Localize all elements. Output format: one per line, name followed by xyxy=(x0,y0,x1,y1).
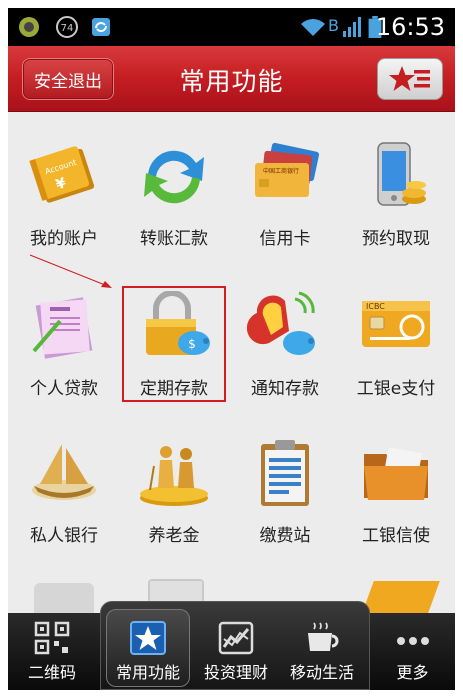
title-bar: 安全退出 常用功能 xyxy=(8,46,455,112)
grid-item-label: 转账汇款 xyxy=(140,229,208,249)
nav-item-mobile-life[interactable]: 移动生活 xyxy=(278,613,366,690)
favorites-button[interactable] xyxy=(377,58,443,100)
badge-number: 74 xyxy=(61,23,74,34)
grid-item-payment-station[interactable]: 缴费站 xyxy=(230,438,340,558)
signal-icon xyxy=(343,17,361,37)
nav-item-common-functions[interactable]: 常用功能 xyxy=(106,609,190,690)
grid-item-pension[interactable]: 养老金 xyxy=(119,438,229,558)
grid-item-private-banking[interactable]: 私人银行 xyxy=(9,438,119,558)
transfer-arrows-icon xyxy=(144,150,204,204)
bottom-nav: 二维码 常用功能 投资理财 移动生活 更多 xyxy=(8,601,455,690)
grid-item-label: 我的账户 xyxy=(30,229,98,249)
clipboard-bill-icon xyxy=(261,440,309,506)
function-grid: Account ¥ 我的账户 转账汇款 中国工商银行 信用卡 预约取现 个人贷款… xyxy=(8,113,455,613)
partial-icon xyxy=(362,581,440,613)
nav-item-qrcode[interactable]: 二维码 xyxy=(8,613,96,690)
qrcode-icon xyxy=(34,621,70,655)
credit-card-text: 中国工商银行 xyxy=(263,167,299,175)
sync-icon xyxy=(92,18,110,36)
loan-document-icon xyxy=(32,297,93,359)
grid-item-label: 通知存款 xyxy=(251,379,319,399)
nav-label: 二维码 xyxy=(27,663,76,682)
carrier-letter: B xyxy=(328,16,339,35)
coffee-cup-icon xyxy=(308,622,339,651)
grid-item-cash-appointment[interactable]: 预约取现 xyxy=(341,141,451,261)
clock: 16:53 xyxy=(375,13,445,41)
grid-item-icbc-messenger[interactable]: 工银信使 xyxy=(341,438,451,558)
grid-item-label: 工银e支付 xyxy=(356,379,436,399)
status-bar: 74 B 16:53 xyxy=(8,8,455,46)
chart-icon xyxy=(218,621,254,655)
elderly-couple-icon xyxy=(140,446,208,506)
phone-screen: 74 B 16:53 安全退出 常用功能 Account ¥ 我的账户 转账汇款… xyxy=(8,8,455,690)
more-dots-icon xyxy=(396,637,429,645)
notification-badge-icon: 74 xyxy=(56,16,78,38)
star-icon xyxy=(130,621,166,655)
grid-item-transfer[interactable]: 转账汇款 xyxy=(119,141,229,261)
wifi-icon xyxy=(301,19,325,36)
highlight-box xyxy=(122,286,226,402)
partial-icon xyxy=(34,583,94,613)
grid-item-label: 养老金 xyxy=(148,526,200,546)
nav-item-more[interactable]: 更多 xyxy=(370,613,455,690)
grid-item-icbc-epay[interactable]: ICBC 工银e支付 xyxy=(341,291,451,411)
grid-item-credit-card[interactable]: 中国工商银行 信用卡 xyxy=(230,141,340,261)
credit-cards-icon: 中国工商银行 xyxy=(255,142,320,197)
nav-label: 常用功能 xyxy=(115,663,180,682)
nav-item-investment[interactable]: 投资理财 xyxy=(193,613,279,690)
nav-label: 更多 xyxy=(396,663,429,682)
grid-item-label: 信用卡 xyxy=(259,229,311,249)
folder-mail-icon xyxy=(364,447,428,500)
grid-item-label: 私人银行 xyxy=(30,526,98,546)
sailboat-icon xyxy=(32,444,96,500)
icbc-card-text: ICBC xyxy=(366,302,385,311)
grid-item-label: 个人贷款 xyxy=(30,379,98,399)
grid-item-label: 预约取现 xyxy=(362,229,430,249)
grid-item-my-account[interactable]: Account ¥ 我的账户 xyxy=(9,141,119,261)
account-book-icon: Account ¥ xyxy=(29,146,95,203)
grid-item-label: 工银信使 xyxy=(362,526,430,546)
android-debug-icon xyxy=(19,17,39,37)
grid-item-personal-loan[interactable]: 个人贷款 xyxy=(9,291,119,411)
phone-cash-icon xyxy=(377,142,426,206)
star-list-icon xyxy=(389,66,430,91)
grid-item-label: 缴费站 xyxy=(259,526,311,546)
annotation-arrow xyxy=(29,254,112,288)
nav-label: 投资理财 xyxy=(203,663,268,682)
icbc-card-icon: ICBC xyxy=(362,301,430,347)
notify-deposit-icon xyxy=(246,291,315,355)
grid-item-notice-deposit[interactable]: 通知存款 xyxy=(230,291,340,411)
nav-label: 移动生活 xyxy=(289,663,354,682)
